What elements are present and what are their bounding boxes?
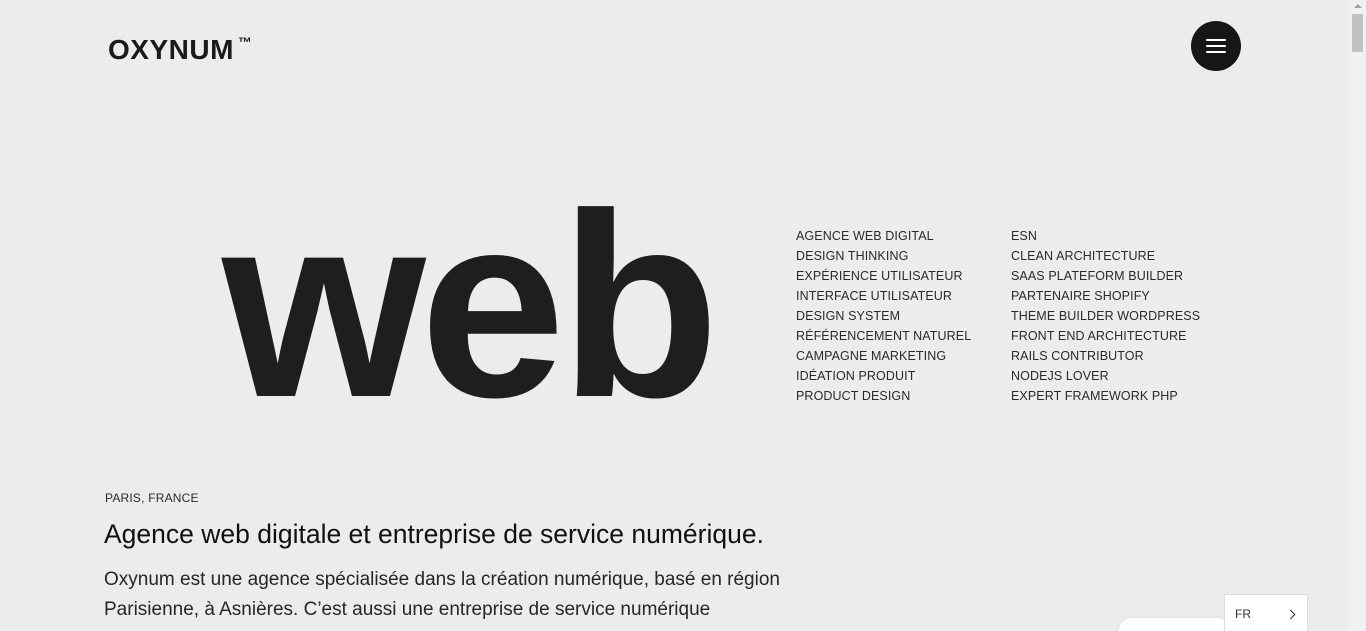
scroll-up-arrow-icon[interactable]	[1354, 4, 1362, 8]
service-item: NODEJS LOVER	[1011, 369, 1109, 383]
service-item: EXPÉRIENCE UTILISATEUR	[796, 269, 963, 283]
service-item: IDÉATION PRODUIT	[796, 369, 916, 383]
location-label: PARIS, FRANCE	[105, 491, 199, 505]
services-list-right: ESN CLEAN ARCHITECTURE SAAS PLATEFORM BU…	[1011, 226, 1200, 406]
trademark-symbol: ™	[237, 34, 253, 50]
service-item: ESN	[1011, 229, 1038, 243]
service-item: RÉFÉRENCEMENT NATUREL	[796, 329, 972, 343]
logo[interactable]: OXYNUM ™	[108, 34, 252, 66]
language-switcher[interactable]: FR	[1224, 594, 1308, 631]
service-item: THEME BUILDER WORDPRESS	[1011, 309, 1201, 323]
service-item: FRONT END ARCHITECTURE	[1011, 329, 1187, 343]
hero-word: web	[222, 159, 720, 452]
service-item: DESIGN THINKING	[796, 249, 909, 263]
hamburger-icon	[1206, 39, 1226, 53]
page-headline: Agence web digitale et entreprise de ser…	[104, 519, 764, 549]
chevron-right-icon	[1285, 609, 1296, 619]
scrollbar-thumb[interactable]	[1352, 14, 1363, 52]
menu-button[interactable]	[1191, 21, 1241, 71]
service-item: INTERFACE UTILISATEUR	[796, 289, 953, 303]
service-item: EXPERT FRAMEWORK PHP	[1011, 389, 1178, 403]
logo-text: OXYNUM	[108, 34, 234, 65]
service-item: RAILS CONTRIBUTOR	[1011, 349, 1144, 363]
service-item: SAAS PLATEFORM BUILDER	[1011, 269, 1184, 283]
language-label: FR	[1235, 607, 1251, 621]
service-item: DESIGN SYSTEM	[796, 309, 901, 323]
service-item: AGENCE WEB DIGITAL	[796, 229, 934, 243]
service-item: PARTENAIRE SHOPIFY	[1011, 289, 1150, 303]
service-item: CLEAN ARCHITECTURE	[1011, 249, 1156, 263]
intro-paragraph: Oxynum est une agence spécialisée dans l…	[104, 569, 780, 620]
scrollbar[interactable]	[1349, 0, 1366, 631]
service-item: CAMPAGNE MARKETING	[796, 349, 947, 363]
services-list-left: AGENCE WEB DIGITAL DESIGN THINKING EXPÉR…	[796, 226, 971, 406]
cookie-consent-tab[interactable]	[1119, 618, 1229, 631]
service-item: PRODUCT DESIGN	[796, 389, 911, 403]
